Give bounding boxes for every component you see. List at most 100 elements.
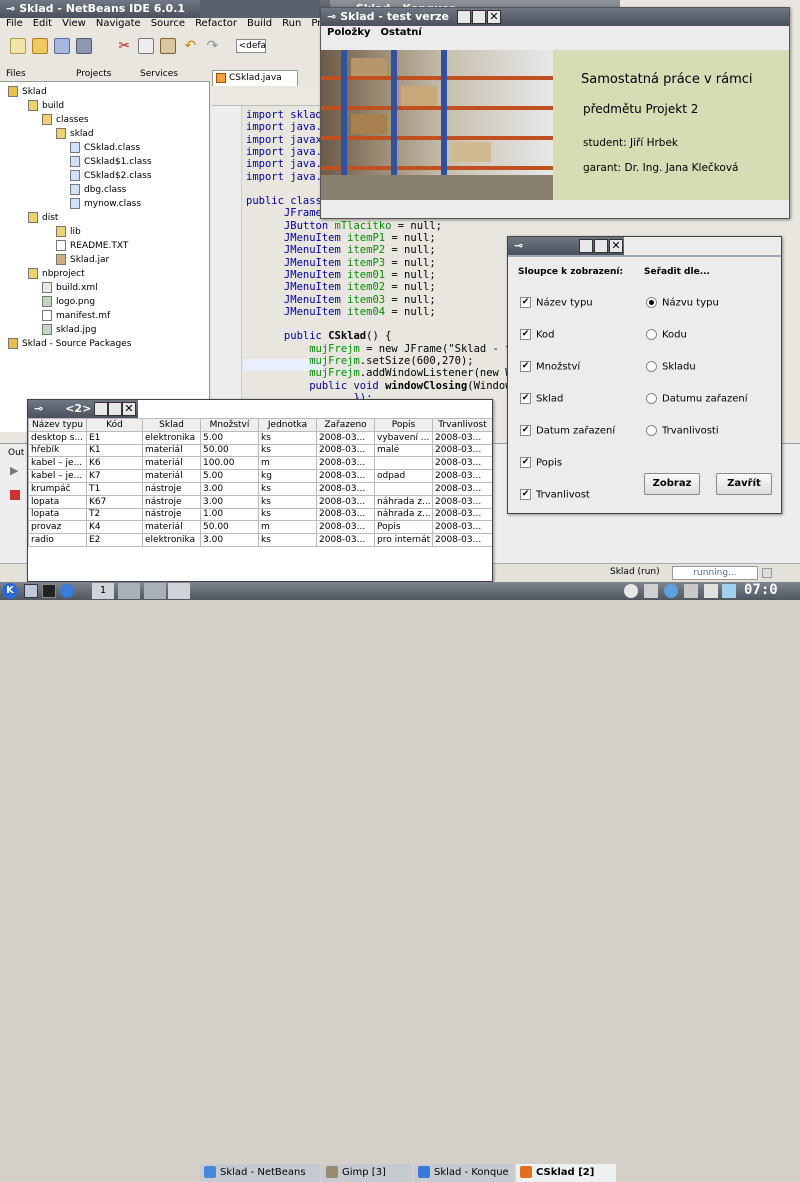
- pager-desktop-3[interactable]: [144, 583, 166, 599]
- tree-node-sklad[interactable]: sklad: [56, 127, 94, 141]
- cut-icon[interactable]: ✂: [116, 38, 132, 54]
- task-netbeans[interactable]: Sklad - NetBeans: [200, 1164, 320, 1182]
- column-header[interactable]: Množství: [200, 418, 259, 432]
- copy-icon[interactable]: [138, 38, 155, 54]
- tree-node-sklad-jar[interactable]: Sklad.jar: [56, 253, 109, 267]
- column-header[interactable]: Trvanlivost: [432, 418, 492, 432]
- show-desktop-icon[interactable]: [24, 584, 38, 598]
- task-konqueror[interactable]: Sklad - Konque: [414, 1164, 514, 1182]
- menu-edit[interactable]: Edit: [33, 18, 52, 29]
- column-header[interactable]: Kód: [86, 418, 143, 432]
- table-row[interactable]: kabel – je... K6 materiál 100.00 m 2008-03...…: [28, 456, 492, 471]
- table-row[interactable]: lopata T2 nástroje 1.00 ks 2008-03... náhrada …: [28, 507, 492, 522]
- checkbox-trvanlivost[interactable]: ✔ Trvanlivost: [520, 489, 590, 501]
- radio-kodu[interactable]: Kodu: [646, 329, 687, 341]
- maximize-icon[interactable]: [108, 402, 122, 416]
- minimize-icon[interactable]: [579, 239, 593, 253]
- checkbox-kod[interactable]: ✔ Kod: [520, 329, 555, 341]
- tree-node-sklad-jpg[interactable]: sklad.jpg: [42, 323, 96, 337]
- tree-node-dbg-class[interactable]: dbg.class: [70, 183, 126, 197]
- window-menu-icon[interactable]: ⊸: [34, 402, 43, 415]
- menu-run[interactable]: Run: [282, 18, 301, 29]
- tray-icon-1[interactable]: [624, 584, 638, 598]
- tree-node-lib[interactable]: lib: [56, 225, 81, 239]
- menu-navigate[interactable]: Navigate: [96, 18, 141, 29]
- desktop-switcher[interactable]: 1: [92, 583, 114, 599]
- cancel-process-icon[interactable]: [762, 568, 772, 578]
- new-project-icon[interactable]: [32, 38, 48, 54]
- tab-files[interactable]: Files: [6, 69, 26, 79]
- pager-desktop-4[interactable]: [168, 583, 190, 599]
- tree-node-classes[interactable]: classes: [42, 113, 89, 127]
- menu-ostatni[interactable]: Ostatní: [381, 27, 422, 38]
- tray-icon-3[interactable]: [664, 584, 678, 598]
- tree-node-readme[interactable]: README.TXT: [56, 239, 128, 253]
- close-button[interactable]: Zavřít: [716, 473, 772, 495]
- maximize-icon[interactable]: [594, 239, 608, 253]
- table-row[interactable]: desktop s... E1 elektronika 5.00 ks 2008-03..…: [28, 430, 492, 445]
- checkbox-mnozstvi[interactable]: ✔ Množství: [520, 361, 580, 373]
- undo-icon[interactable]: ↶: [182, 38, 198, 54]
- column-header[interactable]: Popis: [374, 418, 433, 432]
- editor-tab[interactable]: CSklad.java: [212, 70, 298, 86]
- config-combo[interactable]: <defa: [235, 39, 266, 53]
- tab-projects[interactable]: Projects: [76, 69, 111, 79]
- clock[interactable]: 07:0: [744, 582, 778, 598]
- task-gimp[interactable]: Gimp [3]: [322, 1164, 412, 1182]
- tree-node-build[interactable]: build: [28, 99, 64, 113]
- checkbox-sklad[interactable]: ✔ Sklad: [520, 393, 563, 405]
- stop-icon[interactable]: [10, 490, 20, 500]
- window-menu-icon[interactable]: ⊸: [327, 10, 336, 23]
- save-all-icon[interactable]: [76, 38, 92, 54]
- column-header[interactable]: Zařazeno: [316, 418, 375, 432]
- checkbox-popis[interactable]: ✔ Popis: [520, 457, 562, 469]
- checkbox-nazev-typu[interactable]: ✔ Název typu: [520, 297, 593, 309]
- tree-node-csklad1-class[interactable]: CSklad$1.class: [70, 155, 152, 169]
- tab-services[interactable]: Services: [140, 69, 178, 79]
- radio-trvanlivosti[interactable]: Trvanlivosti: [646, 425, 719, 437]
- table-row[interactable]: kabel – je... K7 materiál 5.00 kg 2008-03... o…: [28, 469, 492, 483]
- menu-polozky[interactable]: Položky: [327, 27, 371, 38]
- task-csklad[interactable]: CSklad [2]: [516, 1164, 616, 1182]
- tree-node-nbproject[interactable]: nbproject: [28, 267, 85, 281]
- new-file-icon[interactable]: [10, 38, 26, 54]
- menu-file[interactable]: File: [6, 18, 23, 29]
- minimize-icon[interactable]: [94, 402, 108, 416]
- tree-node-logo-png[interactable]: logo.png: [42, 295, 95, 309]
- open-project-icon[interactable]: [54, 38, 70, 54]
- table-row[interactable]: hřebík K1 materiál 50.00 ks 2008-03... malé 200…: [28, 443, 492, 458]
- network-icon[interactable]: [722, 584, 736, 598]
- show-button[interactable]: Zobraz: [644, 473, 700, 495]
- tree-node-source-packages[interactable]: Sklad - Source Packages: [8, 337, 131, 351]
- tree-node-csklad2-class[interactable]: CSklad$2.class: [70, 169, 152, 183]
- tree-node-sklad-root[interactable]: Sklad: [8, 85, 47, 99]
- close-icon[interactable]: ✕: [487, 10, 501, 24]
- terminal-icon[interactable]: [42, 584, 56, 598]
- maximize-icon[interactable]: [472, 10, 486, 24]
- column-header[interactable]: Sklad: [142, 418, 201, 432]
- radio-nazvu-typu[interactable]: Názvu typu: [646, 297, 719, 309]
- tree-node-manifest[interactable]: manifest.mf: [42, 309, 110, 323]
- close-icon[interactable]: ✕: [122, 402, 136, 416]
- rerun-icon[interactable]: ▶: [10, 464, 18, 477]
- paste-icon[interactable]: [160, 38, 177, 54]
- code-editor[interactable]: import sklad import java. import javax impo…: [246, 109, 530, 429]
- column-header[interactable]: Název typu: [28, 418, 87, 432]
- window-menu-icon[interactable]: ⊸: [6, 2, 15, 15]
- table-row[interactable]: krumpáč T1 nástroje 3.00 ks 2008-03... 2008-03…: [28, 481, 492, 496]
- checkbox-datum-zarazeni[interactable]: ✔ Datum zařazení: [520, 425, 615, 437]
- column-header[interactable]: Jednotka: [258, 418, 317, 432]
- data-table[interactable]: Název typu Kód Sklad Množství Jednotka Zařaze…: [28, 418, 492, 547]
- output-tab[interactable]: Out: [8, 448, 24, 458]
- menu-refactor[interactable]: Refactor: [195, 18, 237, 29]
- about-titlebar[interactable]: ⊸ Sklad - test verze ✕: [321, 8, 789, 26]
- radio-datumu-zarazeni[interactable]: Datumu zařazení: [646, 393, 747, 405]
- close-icon[interactable]: ✕: [609, 239, 623, 253]
- tree-node-dist[interactable]: dist: [28, 211, 58, 225]
- konqueror-icon[interactable]: [60, 584, 74, 598]
- menu-source[interactable]: Source: [151, 18, 185, 29]
- radio-skladu[interactable]: Skladu: [646, 361, 696, 373]
- tray-icon-4[interactable]: [684, 584, 698, 598]
- table-row[interactable]: provaz K4 materiál 50.00 m 2008-03... Popis 200…: [28, 520, 492, 535]
- tree-node-build-xml[interactable]: build.xml: [42, 281, 98, 295]
